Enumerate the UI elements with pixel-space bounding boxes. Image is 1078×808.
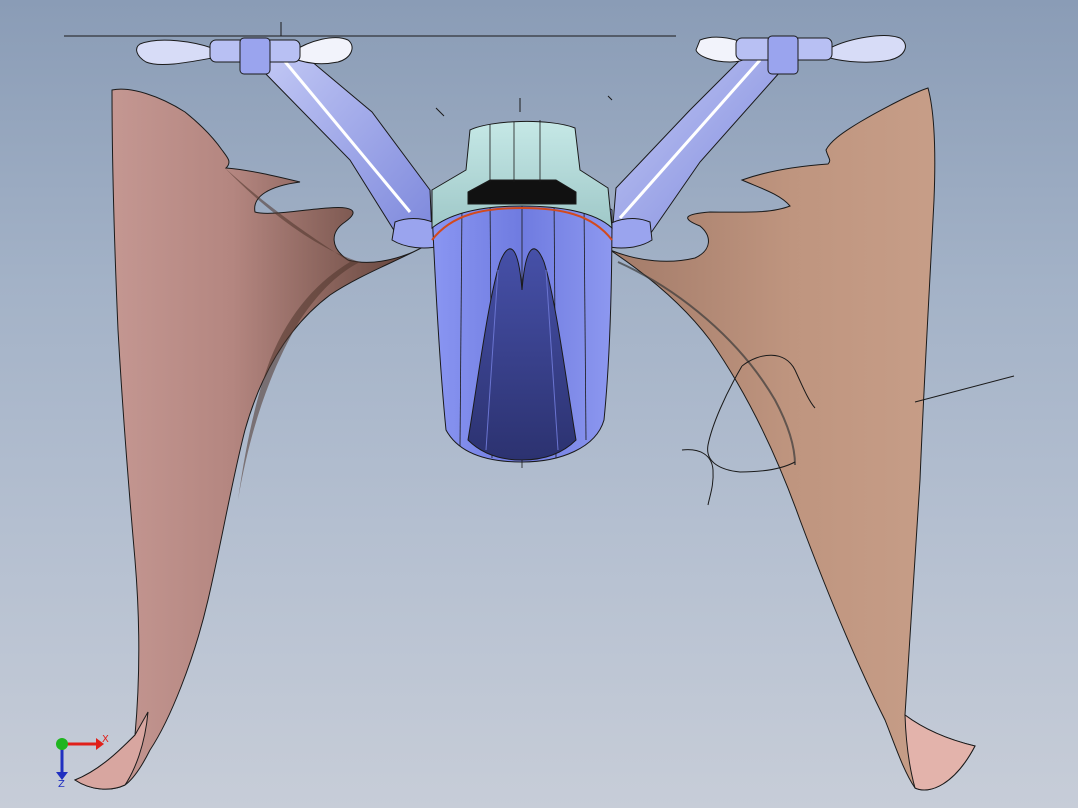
right-arm-joint <box>605 218 653 249</box>
cad-viewport[interactable]: X Z <box>0 0 1078 808</box>
sensor-tick <box>435 107 445 117</box>
right-arm-edge <box>618 59 762 219</box>
propeller-blade <box>136 39 219 66</box>
sketch-curve <box>681 449 714 506</box>
motor-mount <box>767 35 799 75</box>
x-axis-label: X <box>102 734 109 745</box>
motor-mount <box>239 37 271 75</box>
sketch-line <box>914 375 1015 403</box>
cockpit-window <box>467 179 577 205</box>
y-axis-dot <box>56 738 68 750</box>
coordinate-triad: X Z <box>48 728 118 798</box>
right-propeller[interactable] <box>695 35 906 75</box>
propeller-blade <box>829 35 906 63</box>
left-arm-edge <box>280 57 412 213</box>
sensor-tick <box>607 95 613 101</box>
propeller-blade <box>291 37 353 65</box>
model-scene[interactable] <box>0 0 1078 808</box>
right-wing-tip <box>904 713 976 791</box>
z-axis-label: Z <box>58 779 65 790</box>
